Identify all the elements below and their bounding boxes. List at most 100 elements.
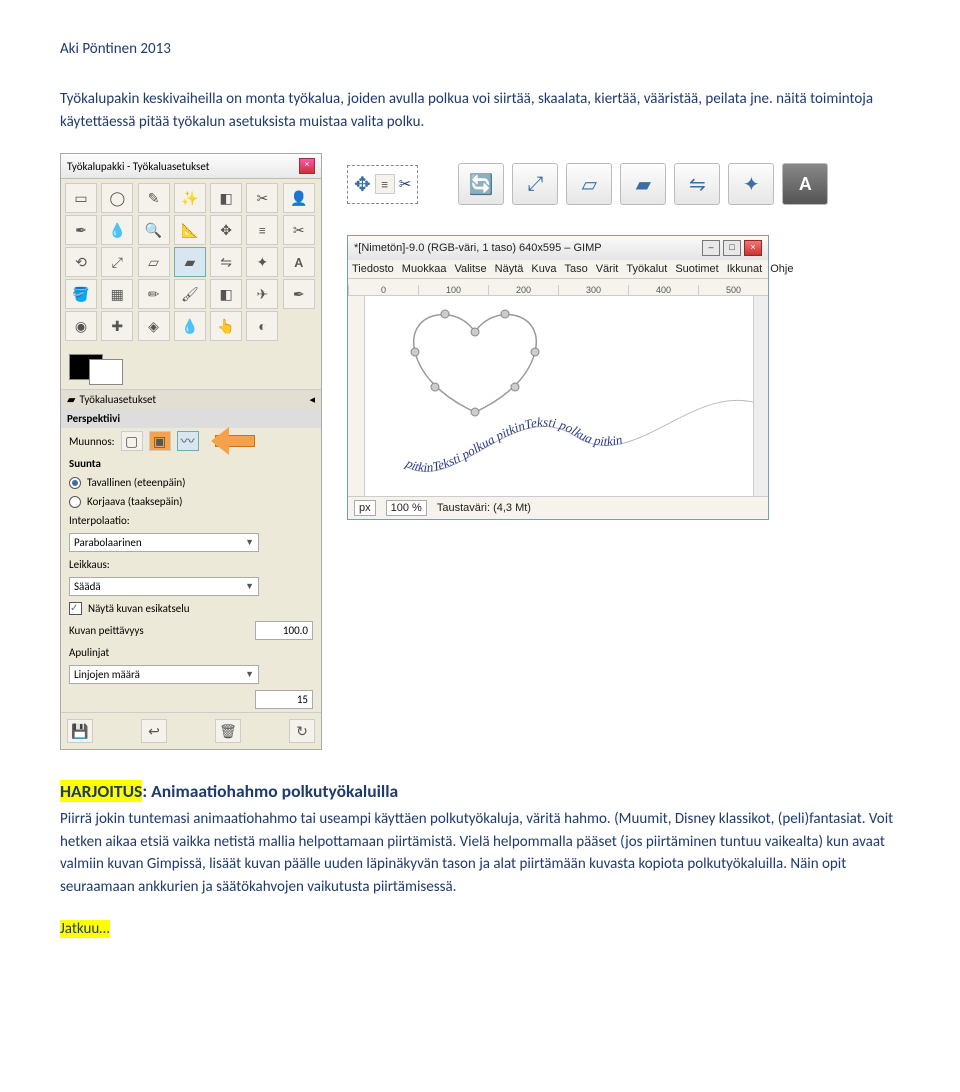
exercise-title-rest: : Animaatiohahmo polkutyökaluilla <box>142 780 398 802</box>
tool-airbrush[interactable]: ✈ <box>246 279 278 309</box>
gimp-canvas[interactable]: pitkinTeksti polkua pitkinTeksti polkua … <box>365 296 753 496</box>
tool-color-picker[interactable]: 💧 <box>101 215 133 245</box>
gimp-window-title: *[Nimetön]-9.0 (RGB-väri, 1 taso) 640x59… <box>354 242 602 254</box>
interp-combo[interactable]: Parabolaarinen ▼ <box>69 533 259 552</box>
guides-combo-value: Linjojen määrä <box>74 668 140 681</box>
menu-tools[interactable]: Työkalut <box>626 263 667 275</box>
tool-fuzzy-select[interactable]: ✨ <box>174 183 206 213</box>
tool-ink[interactable]: ✒ <box>283 279 315 309</box>
delete-icon[interactable]: 🗑 <box>215 719 241 743</box>
tool-foreground[interactable]: 👤 <box>283 183 315 213</box>
ruler-tick: 400 <box>628 285 698 295</box>
minimize-button[interactable]: – <box>702 240 720 256</box>
menu-select[interactable]: Valitse <box>454 263 486 275</box>
gimp-canvas-area: pitkinTeksti polkua pitkinTeksti polkua … <box>348 296 768 496</box>
guide-count-value[interactable]: 15 <box>255 690 313 709</box>
tool-blend[interactable]: ▦ <box>101 279 133 309</box>
tool-free-select[interactable]: ✎ <box>138 183 170 213</box>
tool-scale[interactable]: ⤢ <box>101 247 133 277</box>
svg-text:pitkinTeksti polkua pitkinTe: pitkinTeksti polkua pitkinTeksti polkua … <box>403 414 624 474</box>
close-button[interactable]: × <box>744 240 762 256</box>
menu-edit[interactable]: Muokkaa <box>402 263 447 275</box>
strip-rotate[interactable]: 🔄 <box>458 163 504 205</box>
strip-cage[interactable]: ✦ <box>728 163 774 205</box>
strip-scale[interactable]: ⤢ <box>512 163 558 205</box>
align-icon[interactable]: ≡ <box>375 174 395 194</box>
direction-corrective[interactable]: Korjaava (taaksepäin) <box>61 492 321 511</box>
menu-colors[interactable]: Värit <box>596 263 619 275</box>
status-zoom[interactable]: 100 % <box>386 500 427 516</box>
tool-by-color[interactable]: ◧ <box>210 183 242 213</box>
strip-perspective[interactable]: ▰ <box>620 163 666 205</box>
clip-combo[interactable]: Säädä ▼ <box>69 577 259 596</box>
status-unit[interactable]: px <box>354 500 376 516</box>
strip-shear[interactable]: ▱ <box>566 163 612 205</box>
tool-clone[interactable]: ◉ <box>65 311 97 341</box>
tool-cage[interactable]: ✦ <box>246 247 278 277</box>
reset-icon[interactable]: ↻ <box>289 719 315 743</box>
gimp-scrollbar[interactable] <box>753 296 768 496</box>
menu-file[interactable]: Tiedosto <box>352 263 394 275</box>
tool-scissors[interactable]: ✂ <box>246 183 278 213</box>
tool-options-header: ▰ Työkaluasetukset ◂ <box>61 389 321 409</box>
restore-icon[interactable]: ↩ <box>141 719 167 743</box>
tool-dodge[interactable]: ◐ <box>246 311 278 341</box>
jatkuu-highlight: Jatkuu… <box>60 920 110 938</box>
tool-grid: ▭ ◯ ✎ ✨ ◧ ✂ 👤 ✒ 💧 🔍 📐 ✥ ≡ ✂ ⟲ ⤢ ▱ ▰ ⇋ ✦ … <box>61 179 321 345</box>
background-color[interactable] <box>89 359 123 385</box>
toolbox-titlebar: Työkalupakki - Työkaluasetukset × <box>61 154 321 179</box>
chevron-down-icon: ▼ <box>245 581 254 592</box>
save-icon[interactable]: 💾 <box>67 719 93 743</box>
tool-brush[interactable]: 🖌 <box>174 279 206 309</box>
preview-check[interactable]: Näytä kuvan esikatselu <box>61 599 321 618</box>
opacity-label: Kuvan peittävyys <box>69 624 249 637</box>
menu-help[interactable]: Ohje <box>770 263 793 275</box>
tool-text[interactable]: A <box>283 247 315 277</box>
gimp-titlebar: *[Nimetön]-9.0 (RGB-väri, 1 taso) 640x59… <box>348 236 768 260</box>
color-swatch[interactable] <box>69 349 313 385</box>
tool-eraser[interactable]: ◧ <box>210 279 242 309</box>
opacity-row: Kuvan peittävyys 100.0 <box>61 618 321 643</box>
tool-move[interactable]: ✥ <box>210 215 242 245</box>
toolbox-bottom: 💾 ↩ 🗑 ↻ <box>61 712 321 749</box>
text-on-path: pitkinTeksti polkua pitkinTeksti polkua … <box>395 376 753 496</box>
right-figures: ✥ ≡ ✂ 🔄 ⤢ ▱ ▰ ⇋ ✦ A *[Nimetön]-9.0 (RGB-… <box>347 153 900 520</box>
tool-perspective[interactable]: ▰ <box>174 247 206 277</box>
tool-rotate[interactable]: ⟲ <box>65 247 97 277</box>
transform-layer-icon[interactable]: ▢ <box>121 431 143 451</box>
tool-heal[interactable]: ✚ <box>101 311 133 341</box>
menu-image[interactable]: Kuva <box>531 263 556 275</box>
opacity-value[interactable]: 100.0 <box>255 621 313 640</box>
chevron-left-icon[interactable]: ◂ <box>309 393 315 406</box>
exercise-body: Piirrä jokin tuntemasi animaatiohahmo ta… <box>60 808 900 898</box>
guides-combo[interactable]: Linjojen määrä ▼ <box>69 665 259 684</box>
transform-path-icon[interactable]: 〰 <box>177 431 199 451</box>
strip-flip[interactable]: ⇋ <box>674 163 720 205</box>
tool-zoom[interactable]: 🔍 <box>138 215 170 245</box>
menu-view[interactable]: Näytä <box>495 263 524 275</box>
tool-shear[interactable]: ▱ <box>138 247 170 277</box>
close-icon[interactable]: × <box>299 158 315 174</box>
direction-normal[interactable]: Tavallinen (eteenpäin) <box>61 473 321 492</box>
tool-blur[interactable]: 💧 <box>174 311 206 341</box>
tool-align[interactable]: ≡ <box>246 215 278 245</box>
tool-measure[interactable]: 📐 <box>174 215 206 245</box>
tool-crop[interactable]: ✂ <box>283 215 315 245</box>
menu-layer[interactable]: Taso <box>564 263 587 275</box>
tool-smudge[interactable]: 👆 <box>210 311 242 341</box>
tool-ellipse-select[interactable]: ◯ <box>101 183 133 213</box>
strip-text[interactable]: A <box>782 163 828 205</box>
maximize-button[interactable]: □ <box>723 240 741 256</box>
tool-bucket[interactable]: 🪣 <box>65 279 97 309</box>
tool-paths[interactable]: ✒ <box>65 215 97 245</box>
menu-filters[interactable]: Suotimet <box>675 263 718 275</box>
tool-pencil[interactable]: ✏ <box>138 279 170 309</box>
transform-selection-icon[interactable]: ▣ <box>149 431 171 451</box>
interp-label: Interpolaatio: <box>61 511 321 530</box>
menu-windows[interactable]: Ikkunat <box>727 263 762 275</box>
ruler-tick: 200 <box>488 285 558 295</box>
direction-corrective-label: Korjaava (taaksepäin) <box>87 495 183 508</box>
tool-rect-select[interactable]: ▭ <box>65 183 97 213</box>
tool-perspective-clone[interactable]: ◈ <box>138 311 170 341</box>
tool-flip[interactable]: ⇋ <box>210 247 242 277</box>
